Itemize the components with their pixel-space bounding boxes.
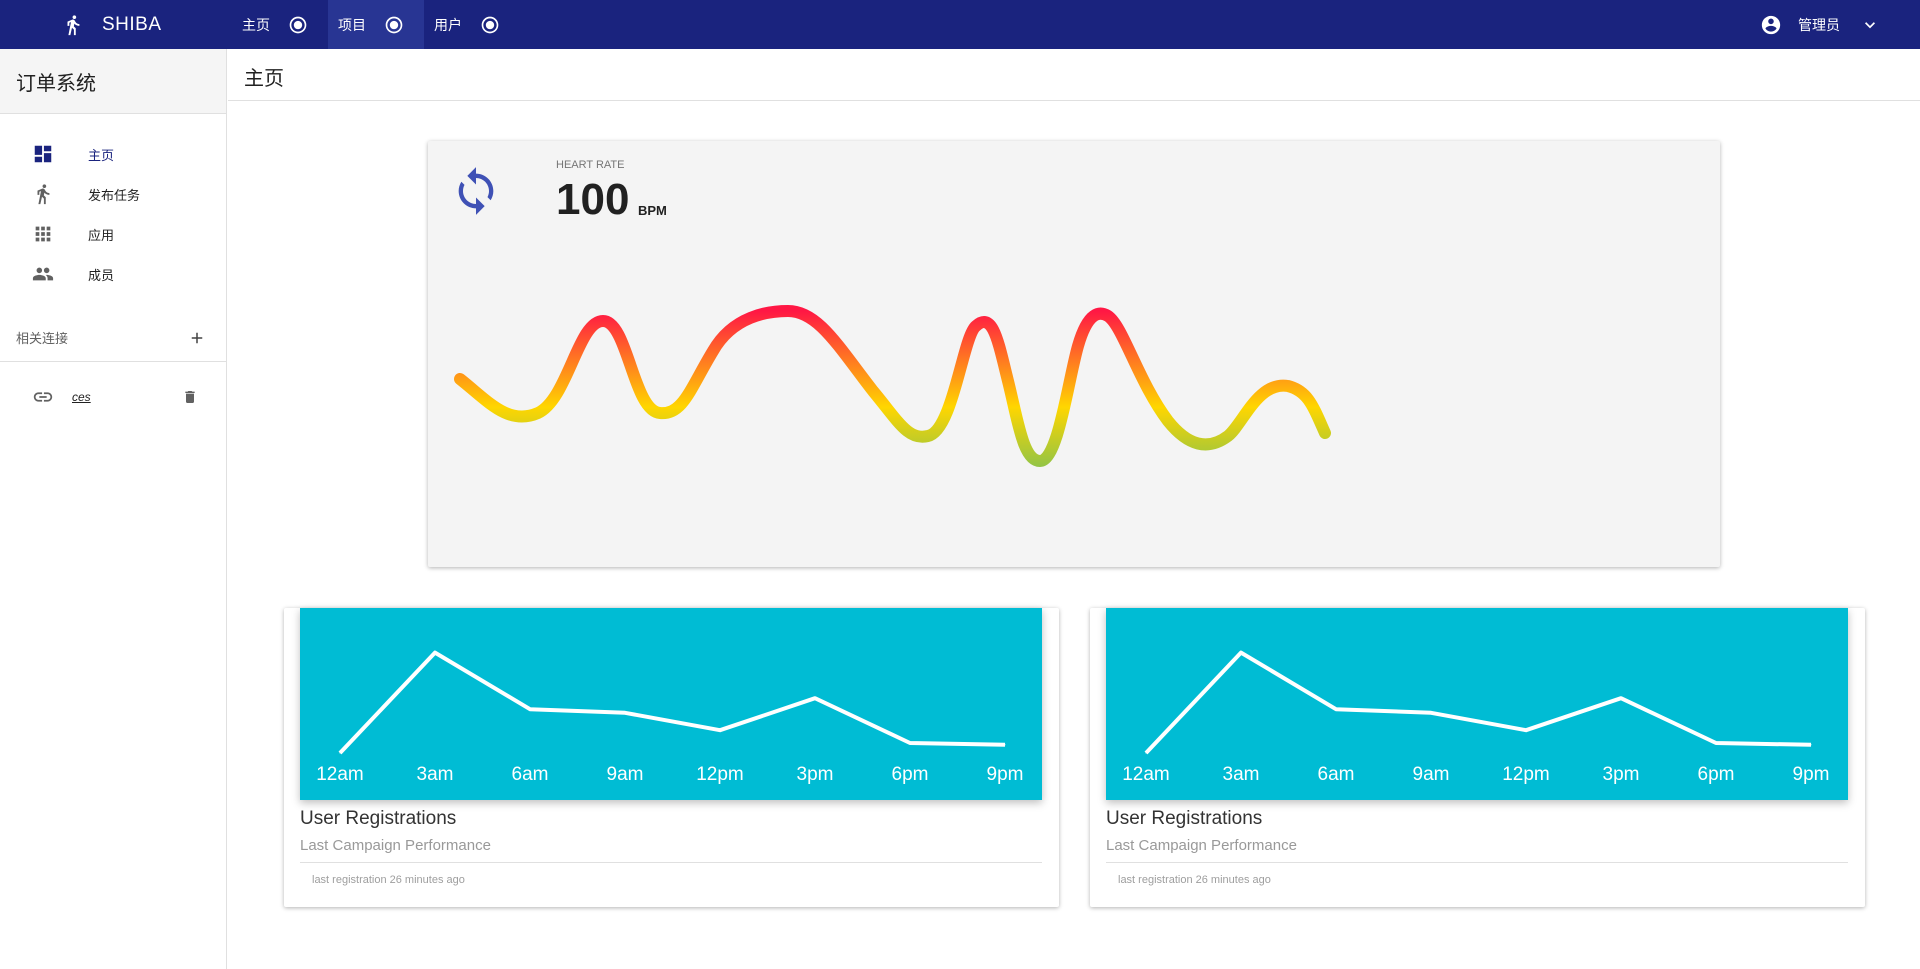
sidebar-item-home[interactable]: 主页 (0, 134, 226, 174)
sync-icon[interactable] (446, 165, 506, 217)
data-point (1430, 712, 1432, 714)
data-point (814, 697, 816, 699)
data-point (719, 729, 721, 731)
data-point (909, 742, 911, 744)
data-point (434, 652, 436, 654)
x-tick-label: 9pm (1793, 764, 1830, 785)
x-tick-label: 6am (512, 764, 549, 785)
related-links-title: 相关连接 (16, 331, 69, 346)
radio-button-icon[interactable] (384, 15, 404, 35)
card-divider (300, 862, 1042, 863)
registrations-chart: 12am 3am 6am 9am 12pm 3pm 6pm 9pm (1106, 608, 1848, 800)
x-tick-label: 6pm (1698, 764, 1735, 785)
x-tick-label: 3am (417, 764, 454, 785)
delete-icon[interactable] (182, 389, 198, 405)
dashboard-icon (34, 145, 52, 163)
sidebar-item-members[interactable]: 成员 (0, 254, 226, 294)
card-footer: last registration 26 minutes ago (1118, 874, 1271, 886)
card-footer: last registration 26 minutes ago (312, 874, 465, 886)
data-point (624, 712, 626, 714)
related-links-header: 相关连接 (0, 314, 226, 362)
app-name: SHIBA (102, 13, 162, 35)
heart-rate-card: HEART RATE 100 BPM (428, 141, 1720, 567)
line-chart: 12am 3am 6am 9am 12pm 3pm 6pm 9pm (316, 650, 1024, 785)
x-tick-label: 9am (1413, 764, 1450, 785)
link-icon (33, 392, 53, 402)
x-tick-label: 12pm (1502, 764, 1550, 785)
data-point (1335, 708, 1337, 710)
x-tick-label: 3pm (1603, 764, 1640, 785)
sidebar-menu: 主页 发布任务 应用 成员 (0, 114, 226, 294)
sidebar-item-publish-task[interactable]: 发布任务 (0, 174, 226, 214)
registrations-card: 12am 3am 6am 9am 12pm 3pm 6pm 9pm User Registra… (1090, 608, 1865, 907)
sidebar-item-label: 应用 (88, 227, 115, 243)
x-tick-label: 12am (316, 764, 364, 785)
main-content: 主页 HEART RATE 100 BPM 12am 3am 6am 9am 12pm 3… (228, 49, 1920, 969)
account-circle-icon (1761, 15, 1781, 34)
page-title: 主页 (228, 49, 1920, 101)
top-nav-users[interactable]: 用户 (424, 0, 520, 49)
data-point (1810, 744, 1812, 746)
brand[interactable]: SHIBA (0, 0, 232, 49)
card-subtitle: Last Campaign Performance (1106, 837, 1297, 854)
data-point (339, 752, 341, 754)
runner-logo-icon (67, 14, 80, 35)
related-link-label[interactable]: ces (72, 390, 182, 404)
x-tick-label: 3am (1223, 764, 1260, 785)
top-nav-projects[interactable]: 项目 (328, 0, 424, 49)
data-point (1145, 752, 1147, 754)
x-tick-label: 12pm (696, 764, 744, 785)
x-tick-label: 6pm (892, 764, 929, 785)
card-divider (1106, 862, 1848, 863)
top-nav-home[interactable]: 主页 (232, 0, 328, 49)
series-line (1144, 650, 1812, 755)
line-chart: 12am 3am 6am 9am 12pm 3pm 6pm 9pm (1122, 650, 1830, 785)
top-app-bar: SHIBA 主页 项目 用户 管理员 (0, 0, 1920, 49)
x-tick-label: 9am (607, 764, 644, 785)
sidebar-item-label: 成员 (88, 267, 115, 283)
x-tick-label: 12am (1122, 764, 1170, 785)
x-tick-label: 3pm (797, 764, 834, 785)
data-point (1620, 697, 1622, 699)
heart-rate-unit: BPM (638, 203, 667, 218)
top-nav: 主页 项目 用户 (232, 0, 520, 49)
card-title: User Registrations (1106, 808, 1263, 829)
radio-button-icon[interactable] (480, 15, 500, 35)
sidebar-item-apps[interactable]: 应用 (0, 214, 226, 254)
user-name: 管理员 (1798, 16, 1840, 33)
add-icon[interactable] (188, 329, 206, 347)
chevron-down-icon[interactable] (1860, 15, 1880, 35)
card-title: User Registrations (300, 808, 457, 829)
top-nav-label: 用户 (434, 16, 462, 33)
sidebar-item-label: 发布任务 (88, 187, 141, 203)
heart-rate-label: HEART RATE (556, 159, 625, 171)
series-line (338, 650, 1006, 755)
heart-rate-value: 100 (556, 175, 630, 224)
data-point (1715, 742, 1717, 744)
top-nav-label: 项目 (338, 16, 366, 33)
apps-grid-icon (35, 226, 51, 242)
runner-icon (37, 184, 50, 205)
registrations-card: 12am 3am 6am 9am 12pm 3pm 6pm 9pm User Registra… (284, 608, 1059, 907)
sidebar-title: 订单系统 (0, 49, 226, 114)
top-nav-label: 主页 (242, 16, 270, 33)
x-tick-label: 6am (1318, 764, 1355, 785)
data-point (529, 708, 531, 710)
data-point (1004, 744, 1006, 746)
x-tick-label: 9pm (987, 764, 1024, 785)
people-icon (32, 267, 54, 281)
data-point (1240, 652, 1242, 654)
sidebar-item-label: 主页 (88, 147, 115, 163)
sidebar: 订单系统 主页 发布任务 应用 成员 相关连接 ces (0, 49, 227, 969)
card-subtitle: Last Campaign Performance (300, 837, 491, 854)
related-link-item[interactable]: ces (0, 374, 226, 420)
user-menu[interactable]: 管理员 (1760, 0, 1880, 49)
registrations-chart: 12am 3am 6am 9am 12pm 3pm 6pm 9pm (300, 608, 1042, 800)
data-point (1525, 729, 1527, 731)
radio-button-icon[interactable] (288, 15, 308, 35)
